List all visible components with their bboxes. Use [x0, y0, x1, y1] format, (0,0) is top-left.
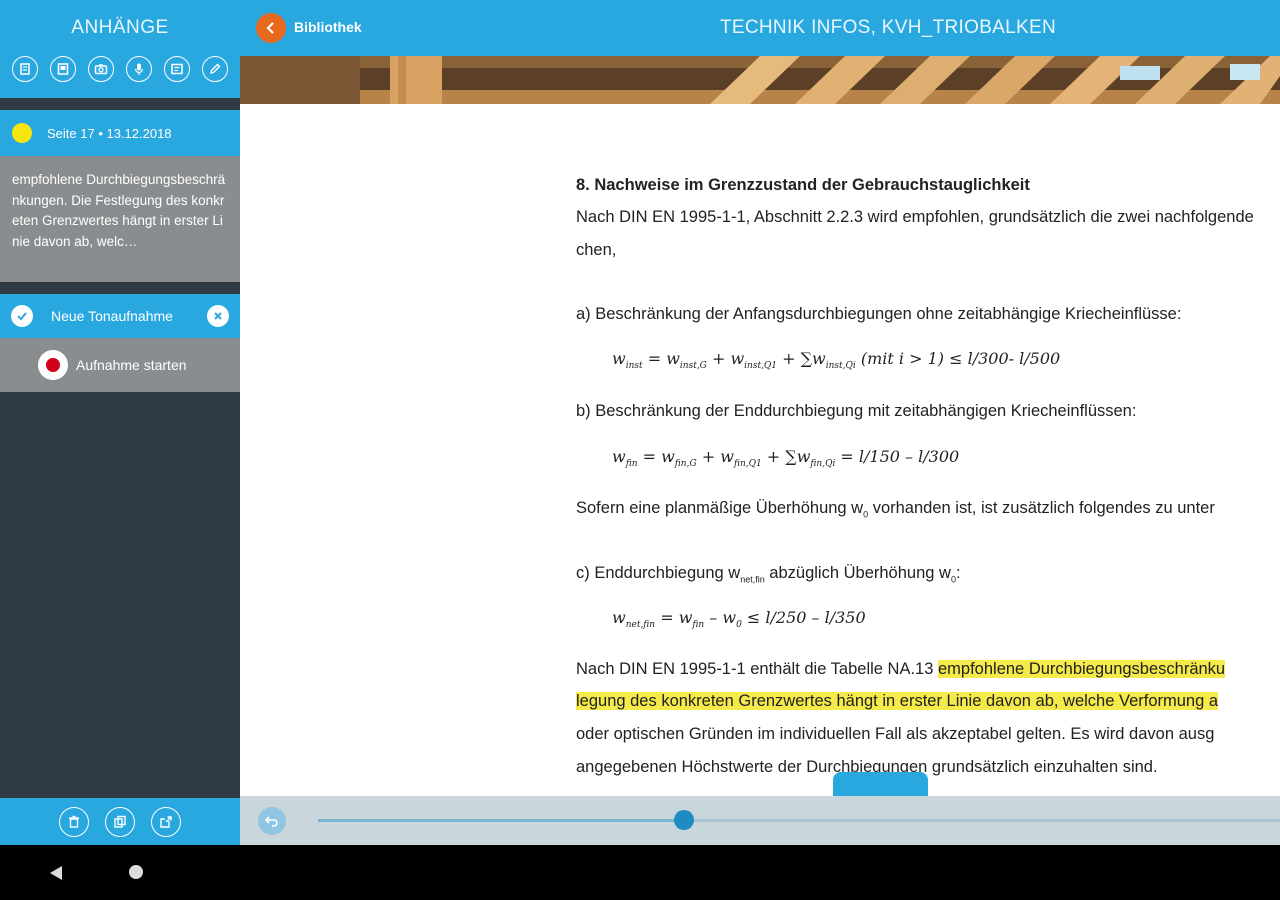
microphone-icon[interactable] — [126, 56, 152, 82]
list-item-a: a) Beschränkung der Anfangsdurchbiegunge… — [576, 305, 1182, 323]
page-navigation-bar — [240, 796, 1280, 845]
paragraph-line: oder optischen Gründen im individuellen … — [576, 725, 1215, 743]
check-icon[interactable] — [11, 305, 33, 327]
app-window: ANHÄNGE Seite 17 • 13.12.2018 empfohlene… — [0, 0, 1280, 900]
note-page-date: Seite 17 • 13.12.2018 — [47, 125, 172, 141]
note-excerpt[interactable]: empfohlene Durchbiegungsbeschränkungen. … — [0, 156, 240, 282]
pencil-icon[interactable] — [202, 56, 228, 82]
page-slider-thumb[interactable] — [673, 810, 694, 830]
paragraph-line: Nach DIN EN 1995-1-1, Abschnitt 2.2.3 wi… — [576, 208, 1254, 226]
highlighted-text[interactable]: legung des konkreten Grenzwertes hängt i… — [576, 692, 1219, 710]
library-link[interactable]: Bibliothek — [294, 19, 362, 35]
chevron-left-icon — [266, 22, 274, 34]
nav-back-icon[interactable] — [48, 864, 64, 882]
page-slider-fill — [318, 819, 684, 822]
nav-home-icon[interactable] — [129, 865, 143, 879]
formula-c: wnet,fin = wfin – w0 ≤ l/250 – l/350 — [612, 608, 866, 631]
system-navigation-bar — [0, 845, 1280, 900]
sidebar-title: ANHÄNGE — [71, 17, 169, 38]
sidebar-footer — [0, 798, 240, 845]
camera-icon[interactable] — [88, 56, 114, 82]
header-image — [240, 56, 1280, 104]
record-icon — [38, 350, 68, 380]
paragraph-line: Nach DIN EN 1995-1-1 enthält die Tabelle… — [576, 660, 1226, 678]
attachments-sidebar: ANHÄNGE Seite 17 • 13.12.2018 empfohlene… — [0, 0, 240, 845]
start-recording-button[interactable]: Aufnahme starten — [0, 338, 240, 392]
share-icon[interactable] — [151, 806, 181, 837]
note-icon[interactable] — [12, 56, 38, 82]
document-title: TECHNIK INFOS, KVH_TRIOBALKEN — [720, 17, 1056, 38]
divider — [0, 282, 240, 294]
back-button[interactable] — [256, 13, 286, 43]
highlight-color-dot — [12, 123, 32, 143]
undo-button[interactable] — [258, 807, 286, 835]
note-header[interactable]: Seite 17 • 13.12.2018 — [0, 110, 240, 156]
list-item-b: b) Beschränkung der Enddurchbiegung mit … — [576, 402, 1137, 420]
formula-b: wfin = wfin,G + wfin,Q1 + ∑wfin,Qi = l/1… — [612, 447, 960, 470]
page-icon[interactable] — [50, 56, 76, 82]
copy-icon[interactable] — [105, 806, 135, 837]
page-slider-track[interactable] — [318, 819, 1280, 822]
list-item-c: c) Enddurchbiegung wnet,fin abzüglich Üb… — [576, 564, 961, 585]
drawer-handle[interactable] — [833, 772, 928, 798]
recording-title: Neue Tonaufnahme — [51, 308, 173, 324]
text-icon[interactable] — [164, 56, 190, 82]
recording-header: Neue Tonaufnahme — [0, 294, 240, 338]
attachment-toolbar — [0, 56, 240, 82]
paragraph-line: Sofern eine planmäßige Überhöhung w0 vor… — [576, 499, 1215, 520]
formula-a: winst = winst,G + winst,Q1 + ∑winst,Qi (… — [612, 349, 1061, 372]
trash-icon[interactable] — [59, 806, 89, 837]
sidebar-header: ANHÄNGE — [0, 0, 240, 98]
close-icon[interactable] — [207, 305, 229, 327]
top-bar: Bibliothek TECHNIK INFOS, KVH_TRIOBALKEN — [240, 0, 1280, 56]
start-recording-label: Aufnahme starten — [76, 357, 187, 373]
section-heading: 8. Nachweise im Grenzzustand der Gebrauc… — [576, 176, 1030, 194]
undo-icon — [264, 816, 278, 827]
document-page: 8. Nachweise im Grenzzustand der Gebrauc… — [240, 104, 1280, 796]
divider — [0, 98, 240, 110]
highlighted-text[interactable]: empfohlene Durchbiegungsbeschränku — [938, 660, 1226, 678]
paragraph-line: legung des konkreten Grenzwertes hängt i… — [576, 692, 1219, 711]
paragraph-line: chen, — [576, 241, 617, 259]
